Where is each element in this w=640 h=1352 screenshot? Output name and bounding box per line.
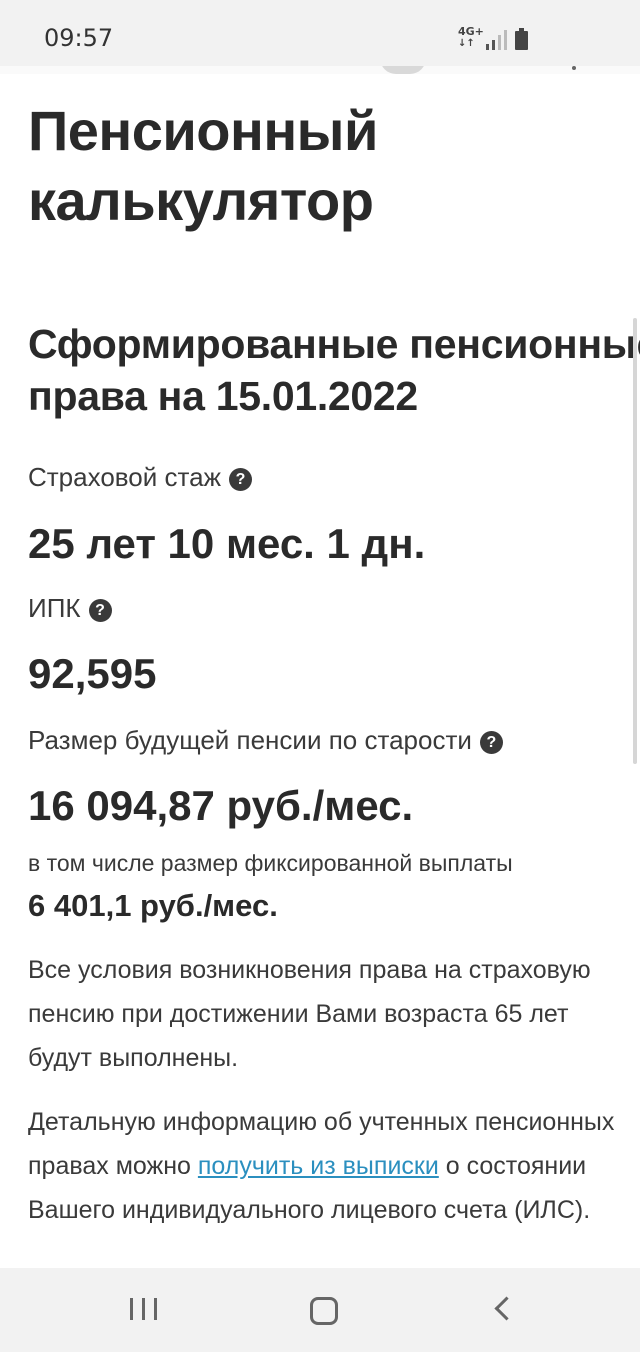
future-pension-label: Размер будущей пенсии по старости?	[28, 725, 503, 756]
recents-icon[interactable]	[100, 1268, 190, 1352]
status-bar: 09:57 4G+ ↓↑	[0, 0, 640, 66]
help-icon[interactable]: ?	[228, 468, 252, 491]
conditions-text: Все условия возникновения права на страх…	[28, 956, 591, 1072]
page-top-edge	[0, 58, 640, 74]
fixed-payment-value: 6 401,1 руб./мес.	[28, 888, 278, 923]
scrollbar[interactable]	[633, 318, 637, 764]
back-icon[interactable]	[458, 1268, 548, 1352]
system-nav-bar	[0, 1268, 640, 1352]
battery-icon	[515, 28, 528, 50]
menu-dot-icon[interactable]	[572, 66, 576, 70]
help-icon[interactable]: ?	[479, 731, 503, 754]
home-icon[interactable]	[278, 1268, 368, 1352]
future-pension-value: 16 094,87 руб./мес.	[28, 782, 414, 829]
details-text: Детальную информацию об учтенных пенсион…	[28, 1108, 615, 1224]
fixed-payment-label: в том числе размер фиксированной выплаты	[28, 850, 513, 876]
network-type-icon: 4G+ ↓↑	[458, 25, 484, 49]
signal-icon	[486, 30, 507, 50]
statement-link[interactable]: получить из выписки	[198, 1152, 439, 1180]
ipk-label: ИПК?	[28, 593, 112, 624]
page-title: Пенсионный калькулятор	[28, 99, 378, 232]
ipk-value: 92,595	[28, 650, 157, 697]
help-icon[interactable]: ?	[88, 599, 112, 622]
insurance-experience-value: 25 лет 10 мес. 1 дн.	[28, 520, 426, 567]
insurance-experience-label: Страховой стаж?	[28, 462, 252, 493]
status-time: 09:57	[44, 24, 114, 52]
section-title: Сформированные пенсионные права на 15.01…	[28, 321, 640, 419]
